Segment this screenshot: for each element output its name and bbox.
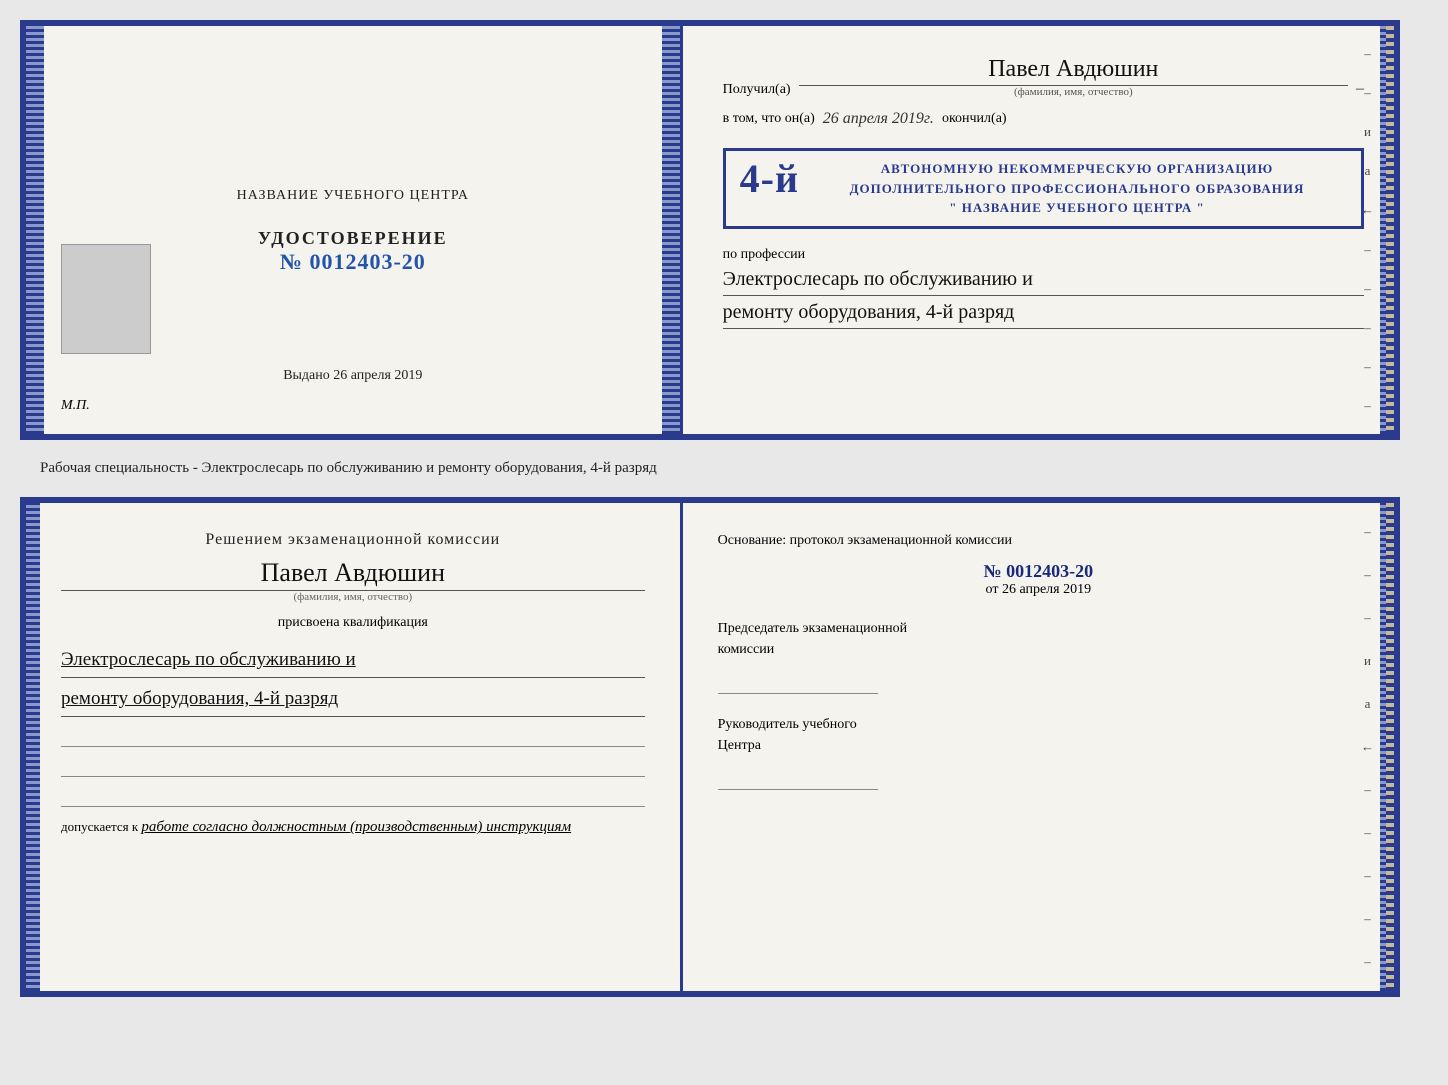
fio-label-top: (фамилия, имя, отчество): [1014, 86, 1133, 98]
recipient-name-block: Павел Авдюшин (фамилия, имя, отчество): [799, 56, 1348, 98]
b-dash-2: –: [1364, 567, 1371, 583]
recipient-label: Получил(а): [723, 82, 791, 98]
basis-label: Основание: протокол экзаменационной коми…: [718, 528, 1359, 553]
finished-label: окончил(а): [942, 111, 1007, 127]
mp-label: М.П.: [61, 398, 90, 414]
qualification-block: Электрослесарь по обслуживанию и ремонту…: [61, 639, 645, 717]
recipient-name: Павел Авдюшин: [799, 56, 1348, 86]
qual-line2: ремонту оборудования, 4-й разряд: [61, 682, 645, 717]
b-dash-10: –: [1364, 911, 1371, 927]
chairman-block: Председатель экзаменационной комиссии: [718, 618, 1359, 694]
profession-line1: Электрослесарь по обслуживанию и: [723, 263, 1364, 296]
b-dash-7: –: [1364, 782, 1371, 798]
date-prefix: от: [986, 582, 999, 597]
right-page: Получил(а) Павел Авдюшин (фамилия, имя, …: [683, 26, 1394, 434]
head-signature-line: [718, 768, 878, 790]
b-dash-6: ←: [1361, 739, 1374, 755]
issued-label: Выдано: [283, 368, 330, 383]
issued-line: Выдано 26 апреля 2019: [283, 368, 422, 384]
assigned-label: присвоена квалификация: [61, 615, 645, 631]
head-label: Руководитель учебного Центра: [718, 714, 1359, 756]
blank-line-3: [61, 785, 645, 807]
dash-7: –: [1364, 281, 1371, 297]
middle-text: Рабочая специальность - Электрослесарь п…: [20, 452, 1428, 485]
dash-6: –: [1364, 242, 1371, 258]
profession-line2: ремонту оборудования, 4-й разряд: [723, 296, 1364, 329]
in-that-label: в том, что он(а): [723, 111, 815, 127]
stamp-line4: " НАЗВАНИЕ УЧЕБНОГО ЦЕНТРА ": [740, 198, 1347, 218]
protocol-number: № 0012403-20: [718, 561, 1359, 582]
dash-9: –: [1364, 359, 1371, 375]
dash-4: а: [1365, 163, 1371, 179]
top-document: НАЗВАНИЕ УЧЕБНОГО ЦЕНТРА УДОСТОВЕРЕНИЕ №…: [20, 20, 1400, 440]
cert-title: УДОСТОВЕРЕНИЕ: [258, 228, 448, 249]
bottom-left-page: Решением экзаменационной комиссии Павел …: [26, 503, 683, 991]
protocol-date: от 26 апреля 2019: [718, 582, 1359, 598]
dash-10: –: [1364, 398, 1371, 414]
left-strip-left: [26, 26, 44, 434]
chairman-label: Председатель экзаменационной комиссии: [718, 618, 1359, 660]
stamp-box: 4-й АВТОНОМНУЮ НЕКОММЕРЧЕСКУЮ ОРГАНИЗАЦИ…: [723, 148, 1364, 229]
protocol-date-value: 26 апреля 2019: [1002, 582, 1091, 597]
left-strip-right: [662, 26, 680, 434]
b-dash-8: –: [1364, 825, 1371, 841]
cert-number: № 0012403-20: [280, 249, 426, 275]
training-center-name: НАЗВАНИЕ УЧЕБНОГО ЦЕНТРА: [237, 185, 469, 207]
head-block: Руководитель учебного Центра: [718, 714, 1359, 790]
person-name-bottom: Павел Авдюшин: [61, 558, 645, 591]
issued-date: 26 апреля 2019: [333, 368, 422, 383]
bottom-document: Решением экзаменационной комиссии Павел …: [20, 497, 1400, 997]
stamp-number: 4-й: [740, 159, 799, 199]
b-dash-1: –: [1364, 524, 1371, 540]
b-dash-5: а: [1365, 696, 1371, 712]
fio-label-bottom: (фамилия, имя, отчество): [61, 591, 645, 603]
date-handwritten: 26 апреля 2019г.: [823, 110, 934, 128]
left-page: НАЗВАНИЕ УЧЕБНОГО ЦЕНТРА УДОСТОВЕРЕНИЕ №…: [26, 26, 683, 434]
stamp-line2: АВТОНОМНУЮ НЕКОММЕРЧЕСКУЮ ОРГАНИЗАЦИЮ: [740, 159, 1347, 179]
stamp-line3: ДОПОЛНИТЕЛЬНОГО ПРОФЕССИОНАЛЬНОГО ОБРАЗО…: [740, 179, 1347, 199]
b-dash-3: –: [1364, 610, 1371, 626]
spine-right: [1386, 26, 1394, 434]
left-deco-bottom: [26, 503, 40, 991]
side-dashes-top: – – и а ← – – – – –: [1361, 36, 1374, 424]
dash-1: –: [1364, 46, 1371, 62]
dash-2: –: [1364, 85, 1371, 101]
page-wrapper: НАЗВАНИЕ УЧЕБНОГО ЦЕНТРА УДОСТОВЕРЕНИЕ №…: [20, 20, 1428, 997]
admitted-text: работе согласно должностным (производств…: [141, 819, 571, 835]
dash-5: ←: [1361, 202, 1374, 218]
b-dash-11: –: [1364, 954, 1371, 970]
dash-3: и: [1364, 124, 1371, 140]
stamp-text: АВТОНОМНУЮ НЕКОММЕРЧЕСКУЮ ОРГАНИЗАЦИЮ ДО…: [740, 159, 1347, 218]
profession-section: по профессии Электрослесарь по обслужива…: [723, 247, 1364, 329]
blank-line-1: [61, 725, 645, 747]
photo-placeholder: [61, 244, 151, 354]
chairman-signature-line: [718, 672, 878, 694]
side-dashes-bottom: – – – и а ← – – – – –: [1361, 513, 1374, 981]
blank-line-2: [61, 755, 645, 777]
recipient-line: Получил(а) Павел Авдюшин (фамилия, имя, …: [723, 46, 1364, 98]
profession-label: по профессии: [723, 247, 806, 262]
stamp-container: 4-й АВТОНОМНУЮ НЕКОММЕРЧЕСКУЮ ОРГАНИЗАЦИ…: [723, 144, 1364, 229]
admitted-block: допускается к работе согласно должностны…: [61, 819, 645, 836]
qual-line1: Электрослесарь по обслуживанию и: [61, 643, 645, 678]
b-dash-9: –: [1364, 868, 1371, 884]
middle-text-content: Рабочая специальность - Электрослесарь п…: [40, 460, 657, 476]
decision-label: Решением экзаменационной комиссии: [61, 528, 645, 552]
in-that-line: в том, что он(а) 26 апреля 2019г. окончи…: [723, 110, 1364, 128]
admitted-label: допускается к: [61, 819, 138, 834]
dash-8: –: [1364, 320, 1371, 336]
spine-bottom-right: [1386, 503, 1394, 991]
b-dash-4: и: [1364, 653, 1371, 669]
bottom-right-page: Основание: протокол экзаменационной коми…: [683, 503, 1394, 991]
